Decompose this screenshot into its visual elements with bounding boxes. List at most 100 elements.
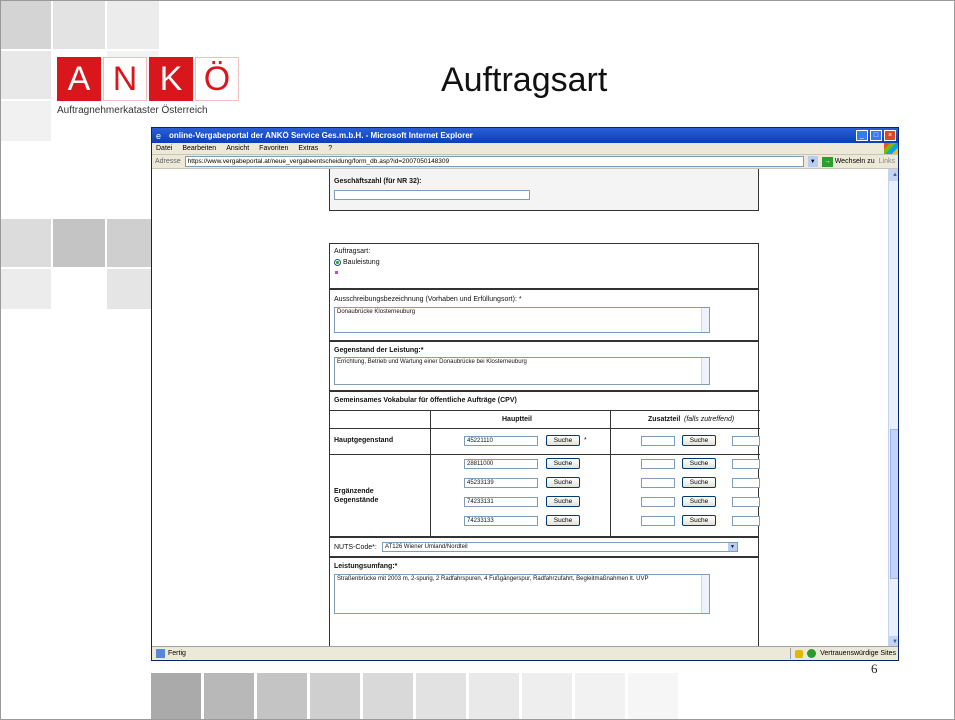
logo-letter: Ö [195, 57, 239, 101]
deco-square [363, 673, 413, 719]
deco-square [107, 219, 151, 267]
deco-square [416, 673, 466, 719]
go-label: Wechseln zu [834, 158, 875, 165]
go-arrow-icon: → [821, 156, 833, 167]
search-button[interactable]: Suche [682, 458, 716, 469]
menu-item-extras[interactable]: Extras [298, 145, 318, 152]
logo-letter: K [149, 57, 193, 101]
cpv-hauptteil-header: Hauptteil [502, 416, 532, 423]
deco-square [628, 673, 678, 719]
nuts-select[interactable]: AT126 Wiener Umland/Nordteil ▼ [382, 542, 738, 552]
deco-square [1, 219, 51, 267]
status-bar: Fertig Vertrauenswürdige Sites [152, 646, 898, 660]
radio-bauleistung[interactable] [334, 259, 341, 266]
zusatz-code-input[interactable] [641, 459, 675, 469]
windows-logo-icon [884, 143, 898, 154]
address-label: Adresse [155, 158, 181, 165]
menu-item-ansicht[interactable]: Ansicht [226, 145, 249, 152]
leistungsumfang-textarea[interactable]: Straßenbrücke mit 2003 m, 2-spurig, 2 Ra… [334, 574, 710, 614]
deco-square [1, 1, 51, 49]
gegenstand-label: Gegenstand der Leistung:* [334, 347, 424, 354]
page-viewport: Geschäftszahl (für NR 32): Auftragsart: … [152, 169, 898, 648]
auftragsart-label: Auftragsart: [334, 248, 371, 255]
search-button[interactable]: Suche [546, 477, 580, 488]
search-button[interactable]: Suche [546, 458, 580, 469]
ergaenzend-code-input[interactable]: 74233131 [464, 497, 538, 507]
trusted-zone-icon [807, 649, 817, 658]
page-icon [156, 649, 165, 658]
search-button[interactable]: Suche [682, 477, 716, 488]
search-button[interactable]: Suche [682, 515, 716, 526]
nuts-label: NUTS-Code*: [334, 544, 377, 551]
search-button[interactable]: Suche [546, 496, 580, 507]
search-button[interactable]: Suche [682, 435, 716, 446]
zusatz-code-input[interactable] [732, 478, 760, 488]
cpv-zusatzteil-hint: (falls zutreffend) [684, 416, 735, 423]
chevron-down-icon[interactable]: ▼ [807, 156, 818, 167]
zusatz-code-input[interactable] [732, 497, 760, 507]
zusatz-code-input[interactable] [732, 436, 760, 446]
gegenstand-value: Errichtung, Betrieb und Wartung einer Do… [337, 359, 527, 365]
geschaeftszahl-input[interactable] [334, 190, 530, 200]
zusatz-code-input[interactable] [641, 497, 675, 507]
radio-bauleistung-label: Bauleistung [343, 259, 380, 266]
status-text: Fertig [168, 650, 186, 657]
search-button[interactable]: Suche [546, 435, 580, 446]
ausschreibung-label: Ausschreibungsbezeichnung (Vorhaben und … [334, 296, 522, 303]
deco-square [1, 51, 51, 99]
deco-square [257, 673, 307, 719]
address-input[interactable]: https://www.vergabeportal.at/neue_vergab… [184, 156, 804, 167]
go-button[interactable]: → Wechseln zu [821, 156, 875, 167]
deco-square [575, 673, 625, 719]
logo-subtitle: Auftragnehmerkataster Österreich [57, 105, 208, 116]
textarea-scrollbar[interactable] [701, 358, 709, 384]
deco-square [1, 269, 51, 309]
browser-window: e online-Vergabeportal der ANKÖ Service … [151, 127, 899, 661]
slide: A N K Ö Auftragnehmerkataster Österreich… [0, 0, 955, 720]
ergaenzend-code-input[interactable]: 74233133 [464, 516, 538, 526]
zusatz-code-input[interactable] [641, 478, 675, 488]
page-number: 6 [871, 661, 878, 676]
zusatz-code-input[interactable] [732, 516, 760, 526]
menu-item-datei[interactable]: Datei [156, 145, 172, 152]
ergaenzend-code-input[interactable]: 45233139 [464, 478, 538, 488]
ergaenzende-label: Gegenstände [334, 497, 379, 504]
close-icon[interactable]: × [884, 130, 896, 141]
ausschreibung-textarea[interactable]: Donaubrücke Klosterneuburg [334, 307, 710, 333]
menu-item-bearbeiten[interactable]: Bearbeiten [182, 145, 216, 152]
hauptgegenstand-code-input[interactable]: 45221110 [464, 436, 538, 446]
links-button[interactable]: Links [879, 158, 895, 165]
browser-titlebar: e online-Vergabeportal der ANKÖ Service … [152, 128, 898, 143]
geschaeftszahl-label: Geschäftszahl (für NR 32): [334, 178, 422, 185]
textarea-scrollbar[interactable] [701, 575, 709, 613]
deco-square [1, 101, 51, 141]
search-button[interactable]: Suche [546, 515, 580, 526]
zusatz-code-input[interactable] [641, 436, 675, 446]
deco-square [107, 269, 151, 309]
minimize-icon[interactable]: _ [856, 130, 868, 141]
gegenstand-textarea[interactable]: Errichtung, Betrieb und Wartung einer Do… [334, 357, 710, 385]
required-marker-icon [335, 271, 338, 274]
logo-letter: A [57, 57, 101, 101]
scroll-thumb[interactable] [890, 429, 898, 579]
auftragsart-section: Auftragsart: Bauleistung [329, 243, 759, 289]
anko-logo: A N K Ö Auftragnehmerkataster Österreich [57, 57, 257, 127]
cpv-title: Gemeinsames Vokabular für öffentliche Au… [334, 397, 517, 404]
zusatz-code-input[interactable] [641, 516, 675, 526]
gegenstand-section: Gegenstand der Leistung:* Errichtung, Be… [329, 341, 759, 391]
maximize-icon[interactable]: □ [870, 130, 882, 141]
page-scrollbar[interactable]: ▲ ▼ [888, 169, 898, 648]
textarea-scrollbar[interactable] [701, 308, 709, 332]
zusatz-code-input[interactable] [732, 459, 760, 469]
search-button[interactable]: Suche [682, 496, 716, 507]
menu-item-favoriten[interactable]: Favoriten [259, 145, 288, 152]
menu-item-help[interactable]: ? [328, 145, 332, 152]
deco-square [53, 219, 105, 267]
chevron-up-icon[interactable]: ▲ [889, 169, 898, 181]
deco-square [469, 673, 519, 719]
ergaenzend-code-input[interactable]: 28811000 [464, 459, 538, 469]
deco-square [53, 1, 105, 49]
cpv-section: Gemeinsames Vokabular für öffentliche Au… [329, 391, 760, 538]
menu-bar: Datei Bearbeiten Ansicht Favoriten Extra… [152, 143, 898, 155]
nuts-section: NUTS-Code*: AT126 Wiener Umland/Nordteil… [329, 537, 759, 557]
